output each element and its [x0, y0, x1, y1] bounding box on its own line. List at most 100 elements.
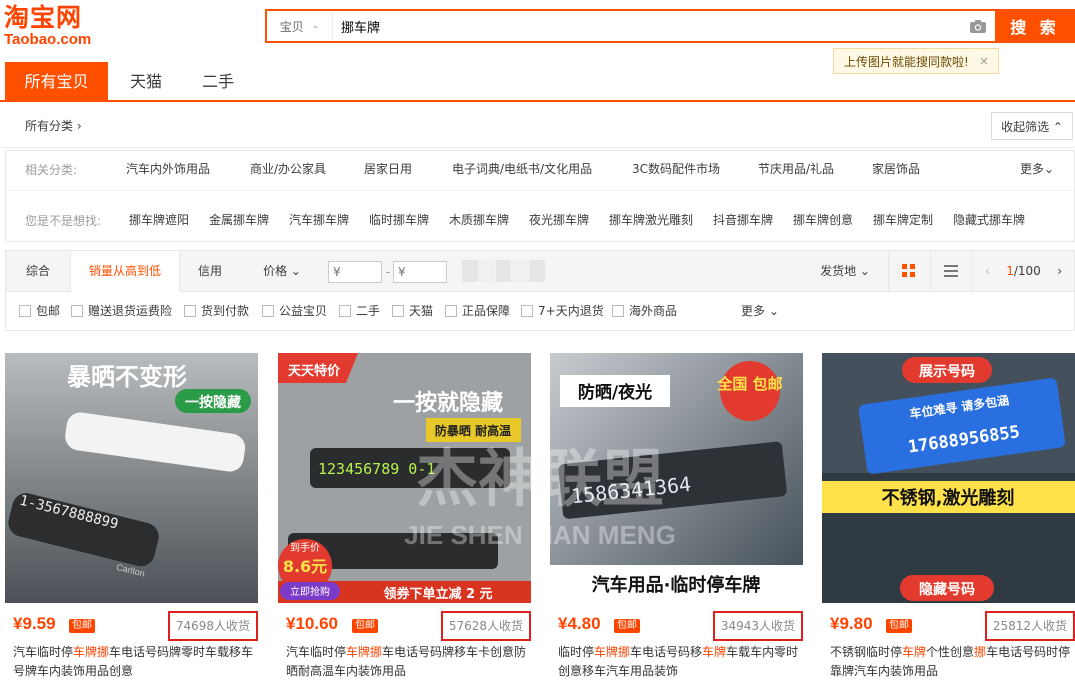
search-category-select[interactable]: 宝贝 ⌄: [267, 11, 333, 41]
related-item[interactable]: 节庆用品/礼品: [758, 151, 834, 187]
price-max-input[interactable]: [393, 261, 447, 283]
prev-page-icon[interactable]: ‹: [985, 264, 990, 278]
product-title[interactable]: 汽车临时停车牌挪车电话号码牌零时车载移车号牌车内装饰用品创意: [13, 643, 258, 680]
suggest-item[interactable]: 挪车牌创意: [793, 202, 853, 238]
header: 淘宝网 Taobao.com 宝贝 ⌄ 搜 索 上传图片就能搜同款啦! ×: [0, 0, 1075, 74]
filter-secondhand[interactable]: 二手: [339, 292, 380, 330]
related-item[interactable]: 汽车内外饰用品: [126, 151, 210, 187]
suggest-item[interactable]: 挪车牌定制: [873, 202, 933, 238]
product-title[interactable]: 汽车临时停车牌挪车电话号码牌移车卡创意防晒耐高温车内装饰用品: [286, 643, 531, 680]
suggest-item[interactable]: 木质挪车牌: [449, 202, 509, 238]
filter-free-shipping[interactable]: 包邮: [19, 292, 60, 330]
img-text: 防晒/夜光: [578, 382, 652, 403]
checkbox[interactable]: [71, 305, 83, 317]
checkbox[interactable]: [184, 305, 196, 317]
price-row: ¥9.59 包邮 74698人收货: [5, 611, 258, 641]
filter-label: 7+天内退货: [538, 304, 604, 318]
related-item[interactable]: 3C数码配件市场: [632, 151, 720, 187]
checkbox[interactable]: [19, 305, 31, 317]
img-text: 8.6元: [283, 557, 327, 576]
suggest-label: 您是不是想找:: [25, 213, 102, 228]
related-more-link[interactable]: 更多⌄: [1020, 151, 1054, 187]
product-title[interactable]: 不锈钢临时停车牌个性创意挪车电话号码时停靠牌汽车内装饰用品: [830, 643, 1075, 680]
checkbox[interactable]: [521, 305, 533, 317]
filter-rows: 相关分类: 汽车内外饰用品 商业/办公家具 居家日用 电子词典/电纸书/文化用品…: [5, 150, 1075, 242]
price-row: ¥4.80 包邮 34943人收货: [550, 611, 803, 641]
search-tabs: 所有宝贝 天猫 二手: [0, 62, 1075, 102]
sort-by-credit[interactable]: 信用: [180, 251, 240, 291]
list-view-button[interactable]: [930, 251, 970, 291]
sold-count: 34943人收货: [712, 611, 803, 641]
suggest-item[interactable]: 临时挪车牌: [369, 202, 429, 238]
checkbox[interactable]: [339, 305, 351, 317]
filter-7day-return[interactable]: 7+天内退货: [521, 292, 604, 330]
related-label: 相关分类:: [25, 162, 78, 177]
filter-cod[interactable]: 货到付款: [184, 292, 249, 330]
product-image[interactable]: 展示号码 车位难寻 请多包涵 17688956855 不锈钢,激光雕刻 隐藏号码: [822, 353, 1075, 603]
camera-icon[interactable]: [961, 11, 995, 41]
tab-tmall[interactable]: 天猫: [113, 62, 179, 102]
related-item[interactable]: 家居饰品: [872, 151, 920, 187]
all-categories-link[interactable]: 所有分类 ›: [25, 104, 82, 148]
sort-default[interactable]: 综合: [6, 251, 70, 291]
checkbox[interactable]: [392, 305, 404, 317]
sort-by-sales[interactable]: 销量从高到低: [70, 251, 180, 292]
product-title[interactable]: 临时停车牌挪车电话号码移车牌车载车内零时创意移车汽车用品装饰: [558, 643, 803, 680]
related-item[interactable]: 商业/办公家具: [250, 151, 326, 187]
img-text: 防暴晒 耐高温: [435, 423, 511, 438]
related-item[interactable]: 居家日用: [364, 151, 412, 187]
filter-charity[interactable]: 公益宝贝: [262, 292, 327, 330]
search-input[interactable]: [333, 11, 961, 41]
current-page: 1: [1006, 264, 1014, 278]
search-button[interactable]: 搜 索: [995, 9, 1075, 43]
product-card[interactable]: 暴晒不变形 一按隐藏 1-3567888899 Carlton ¥9.59 包邮…: [5, 353, 258, 680]
product-card[interactable]: 防晒/夜光 全国 包邮 1586341364 汽车用品·临时停车牌 ¥4.80 …: [550, 353, 803, 680]
checkbox[interactable]: [445, 305, 457, 317]
product-image[interactable]: 防晒/夜光 全国 包邮 1586341364 汽车用品·临时停车牌: [550, 353, 803, 603]
product-image[interactable]: 天天特价 一按就隐藏 防暴晒 耐高温 123456789 0-1 到手价 8.6…: [278, 353, 531, 603]
checkbox[interactable]: [612, 305, 624, 317]
sort-by-price[interactable]: 价格 ⌄: [246, 251, 318, 291]
suggest-item[interactable]: 金属挪车牌: [209, 202, 269, 238]
suggest-item[interactable]: 汽车挪车牌: [289, 202, 349, 238]
logo-text-en: Taobao.com: [4, 31, 92, 48]
product-price: ¥9.59: [13, 614, 56, 633]
tab-all-items[interactable]: 所有宝贝: [5, 62, 108, 102]
next-page-icon[interactable]: ›: [1057, 264, 1062, 278]
product-price: ¥9.80: [830, 614, 873, 633]
product-price: ¥10.60: [286, 614, 338, 633]
img-text: 隐藏号码: [919, 581, 975, 598]
suggest-item[interactable]: 隐藏式挪车牌: [953, 202, 1025, 238]
divider: [6, 190, 1074, 191]
grid-view-button[interactable]: [888, 251, 928, 291]
collapse-filter-button[interactable]: 收起筛选 ⌃: [991, 112, 1073, 140]
img-text: 立即抢购: [290, 585, 330, 598]
suggest-item[interactable]: 夜光挪车牌: [529, 202, 589, 238]
suggest-item[interactable]: 挪车牌遮阳: [129, 202, 189, 238]
suggest-item[interactable]: 挪车牌激光雕刻: [609, 202, 693, 238]
product-card[interactable]: 展示号码 车位难寻 请多包涵 17688956855 不锈钢,激光雕刻 隐藏号码…: [822, 353, 1075, 680]
img-text: 一按就隐藏: [393, 390, 503, 416]
search-category-label: 宝贝: [279, 19, 304, 34]
price-row: ¥9.80 包邮 25812人收货: [822, 611, 1075, 641]
checkbox[interactable]: [262, 305, 274, 317]
product-image[interactable]: 暴晒不变形 一按隐藏 1-3567888899 Carlton: [5, 353, 258, 603]
filter-label: 赠送退货运费险: [88, 304, 173, 318]
search-box: 宝贝 ⌄: [265, 9, 995, 43]
filter-overseas[interactable]: 海外商品: [612, 292, 677, 330]
taobao-logo[interactable]: 淘宝网 Taobao.com: [4, 4, 114, 52]
tab-secondhand[interactable]: 二手: [185, 62, 251, 102]
img-text: 一按隐藏: [185, 394, 241, 411]
related-item[interactable]: 电子词典/电纸书/文化用品: [452, 151, 592, 187]
filter-genuine[interactable]: 正品保障: [445, 292, 510, 330]
price-min-input[interactable]: [328, 261, 382, 283]
filters-more-link[interactable]: 更多 ⌄: [741, 292, 779, 330]
filter-tmall[interactable]: 天猫: [392, 292, 433, 330]
ship-location-select[interactable]: 发货地 ⌄: [806, 251, 884, 291]
product-card[interactable]: 天天特价 一按就隐藏 防暴晒 耐高温 123456789 0-1 到手价 8.6…: [278, 353, 531, 680]
mini-pager: ‹ 1/100 ›: [972, 251, 1074, 291]
filter-return-insurance[interactable]: 赠送退货运费险: [71, 292, 172, 330]
suggest-item[interactable]: 抖音挪车牌: [713, 202, 773, 238]
free-shipping-badge: 包邮: [886, 619, 912, 633]
img-text: 123456789 0-1: [318, 460, 435, 478]
